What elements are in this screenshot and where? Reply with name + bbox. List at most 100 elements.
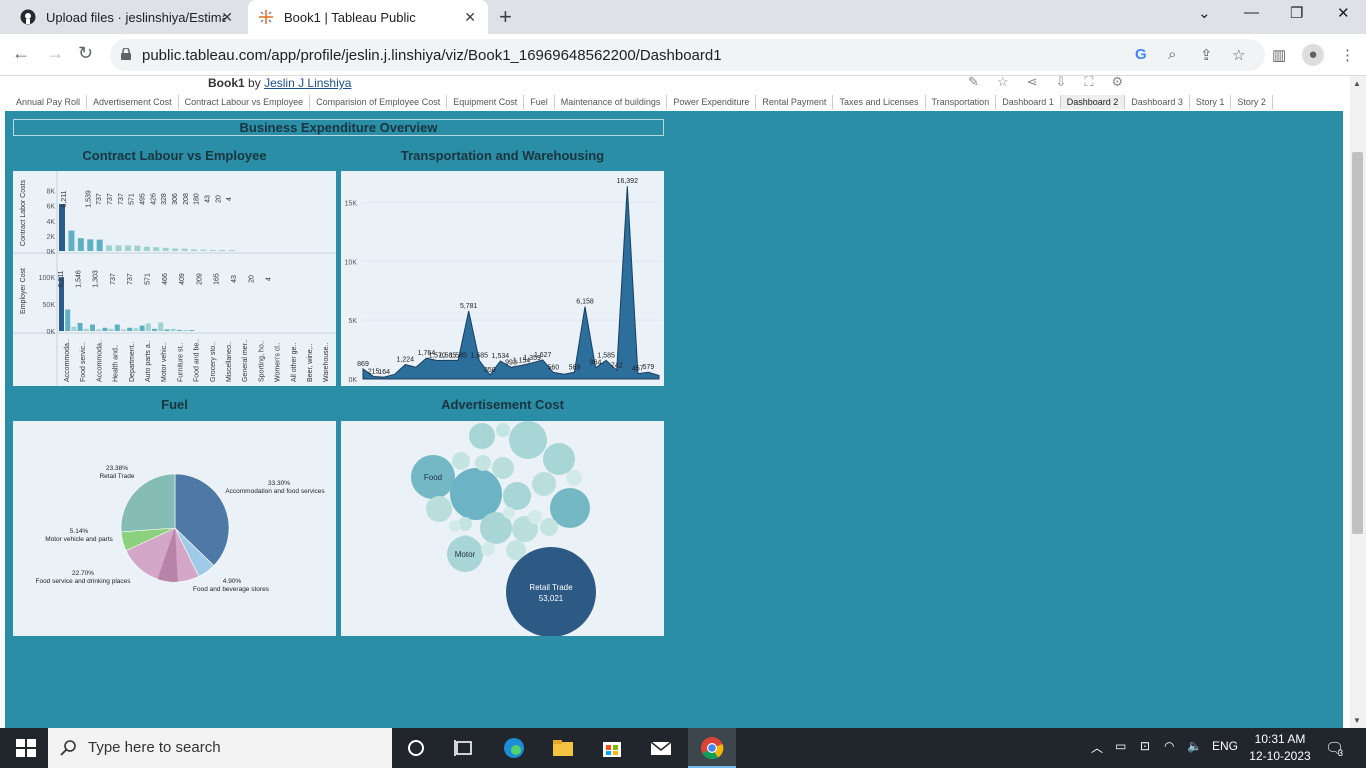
windows-start-icon[interactable] <box>14 736 38 760</box>
google-lens-icon[interactable]: G <box>1135 46 1147 63</box>
sheet-tab[interactable]: Maintenance of buildings <box>555 95 668 109</box>
ad-bubble <box>452 452 470 470</box>
clock-date[interactable]: 12-10-2023 <box>1247 749 1313 763</box>
network-icon[interactable]: ◠ <box>1164 739 1174 753</box>
scroll-down-icon[interactable]: ▼ <box>1353 716 1361 725</box>
sheet-tab[interactable]: Annual Pay Roll <box>10 95 88 109</box>
pie-percent-label: 23.38% <box>106 465 128 472</box>
sheet-tab[interactable]: Transportation <box>926 95 997 109</box>
reload-icon[interactable]: ↻ <box>78 43 93 64</box>
y-tick-label: 10K <box>345 259 358 266</box>
minimize-icon[interactable]: — <box>1244 4 1259 21</box>
browser-tab-github[interactable]: Upload files · jeslinshiya/Estimat ✕ <box>10 0 245 34</box>
author-link[interactable]: Jeslin J Linshiya <box>264 76 351 90</box>
point-label: 569 <box>569 364 581 371</box>
sheet-tab[interactable]: Story 1 <box>1190 95 1232 109</box>
fuel-chart-panel[interactable]: 33.30% Accommodation and food services 4.9… <box>13 421 336 636</box>
forward-icon[interactable]: → <box>46 43 64 64</box>
favorite-icon[interactable]: ☆ <box>997 76 1027 89</box>
share-icon[interactable]: ⋖ <box>1027 76 1056 89</box>
clock-time[interactable]: 10:31 AM <box>1252 732 1308 746</box>
data-label: 6,211 <box>61 190 68 207</box>
transport-chart-panel[interactable]: 15K 10K 5K 0K 869 215 164 1,224 1,764 1,570 1,585 1… <box>341 171 664 386</box>
taskbar-search[interactable]: Type here to search <box>48 728 392 768</box>
mail-icon[interactable] <box>649 736 673 760</box>
language-indicator[interactable]: ENG <box>1212 739 1238 753</box>
data-label: 20 <box>215 195 222 203</box>
employer-bar <box>108 328 114 331</box>
browser-tab-tableau[interactable]: Book1 | Tableau Public ✕ <box>248 0 488 34</box>
volume-icon[interactable]: 🔈 <box>1187 739 1202 753</box>
advert-chart-panel[interactable]: Food Motor Retail Trade 53,021 <box>341 421 664 637</box>
scroll-up-icon[interactable]: ▲ <box>1353 79 1361 88</box>
tray-chevron-icon[interactable]: ︿ <box>1091 739 1103 756</box>
page-scrollbar[interactable]: ▲ ▼ <box>1350 76 1366 728</box>
cortana-icon[interactable] <box>404 736 428 760</box>
ad-bubble <box>532 472 556 496</box>
ad-bubble <box>469 423 495 449</box>
zoom-icon[interactable]: ⌕ <box>1168 46 1176 63</box>
menu-kebab-icon[interactable]: ⋮ <box>1340 46 1355 64</box>
store-icon[interactable] <box>600 736 624 760</box>
bookmark-star-icon[interactable]: ☆ <box>1232 46 1245 64</box>
sheet-tab[interactable]: Rental Payment <box>756 95 834 109</box>
employer-bar <box>183 330 188 331</box>
sheet-tab[interactable]: Comparision of Employee Cost <box>310 95 448 109</box>
data-label: 737 <box>127 273 134 285</box>
back-icon[interactable]: ← <box>12 43 30 64</box>
pie-name-label: Food and beverage stores <box>193 586 270 593</box>
share-icon[interactable]: ⇪ <box>1200 46 1213 64</box>
tab-search-icon[interactable]: ⌄ <box>1198 4 1211 22</box>
data-label: 466 <box>162 273 169 285</box>
y-tick-label: 6K <box>46 204 55 211</box>
edge-icon[interactable] <box>502 736 526 760</box>
taskbar-chrome-active[interactable] <box>688 728 736 768</box>
new-tab-icon[interactable]: + <box>499 4 512 30</box>
pie-percent-label: 33.30% <box>268 480 290 487</box>
restore-icon[interactable]: ❐ <box>1290 4 1303 22</box>
y-tick-label: 8K <box>46 189 55 196</box>
edit-icon[interactable]: ✎ <box>968 76 997 89</box>
meet-now-icon[interactable]: ⊡ <box>1140 739 1150 753</box>
address-bar[interactable]: public.tableau.com/app/profile/jeslin.j.… <box>110 39 1265 71</box>
close-window-icon[interactable]: ✕ <box>1337 4 1350 22</box>
employer-bar <box>127 327 133 331</box>
close-tab-icon[interactable]: ✕ <box>464 9 476 26</box>
settings-gear-icon[interactable]: ⚙ <box>1111 76 1141 89</box>
scroll-thumb[interactable] <box>1352 152 1363 534</box>
viz-toolbar: ✎☆⋖⇩⛶⚙ <box>968 76 1141 90</box>
file-explorer-icon[interactable] <box>551 736 575 760</box>
sheet-tab[interactable]: Story 2 <box>1231 95 1273 109</box>
employer-bar <box>189 330 195 331</box>
point-label: 6,158 <box>576 299 594 306</box>
sheet-tab[interactable]: Dashboard 3 <box>1125 95 1190 109</box>
ad-bubble <box>566 470 582 486</box>
fullscreen-icon[interactable]: ⛶ <box>1084 76 1111 89</box>
transport-area <box>362 186 660 380</box>
sheet-tab[interactable]: Dashboard 1 <box>996 95 1061 109</box>
contract-bar <box>219 250 226 251</box>
profile-avatar-icon[interactable]: ● <box>1302 44 1324 66</box>
pie-name-label: Motor vehicle and parts <box>45 536 113 543</box>
pie-name-label: Retail Trade <box>99 473 134 480</box>
sheet-tab[interactable]: Advertisement Cost <box>87 95 179 109</box>
download-icon[interactable]: ⇩ <box>1055 76 1084 89</box>
sheet-tab[interactable]: Contract Labour vs Employee <box>179 95 311 109</box>
data-label: 165 <box>214 273 221 285</box>
sheet-tab[interactable]: Taxes and Licenses <box>833 95 926 109</box>
sheet-tab[interactable]: Fuel <box>524 95 555 109</box>
data-label: 180 <box>194 193 201 205</box>
sheet-tab[interactable]: Power Expenditure <box>667 95 757 109</box>
sheet-tab[interactable]: Dashboard 2 <box>1060 95 1126 109</box>
data-label: 426 <box>150 193 157 205</box>
battery-icon[interactable]: ▭ <box>1115 739 1126 753</box>
task-view-icon[interactable] <box>452 736 476 760</box>
sheet-tab[interactable]: Equipment Cost <box>447 95 525 109</box>
side-panel-icon[interactable]: ▥ <box>1272 46 1286 64</box>
point-label: 16,392 <box>617 178 639 185</box>
employer-bar <box>77 322 83 331</box>
lock-icon <box>121 48 131 60</box>
contract-chart-panel[interactable]: Contract Labor Costs Employer Cost 8K 6K 4K 2… <box>13 171 336 386</box>
close-tab-icon[interactable]: ✕ <box>221 9 233 26</box>
point-label: 964 <box>590 360 602 367</box>
